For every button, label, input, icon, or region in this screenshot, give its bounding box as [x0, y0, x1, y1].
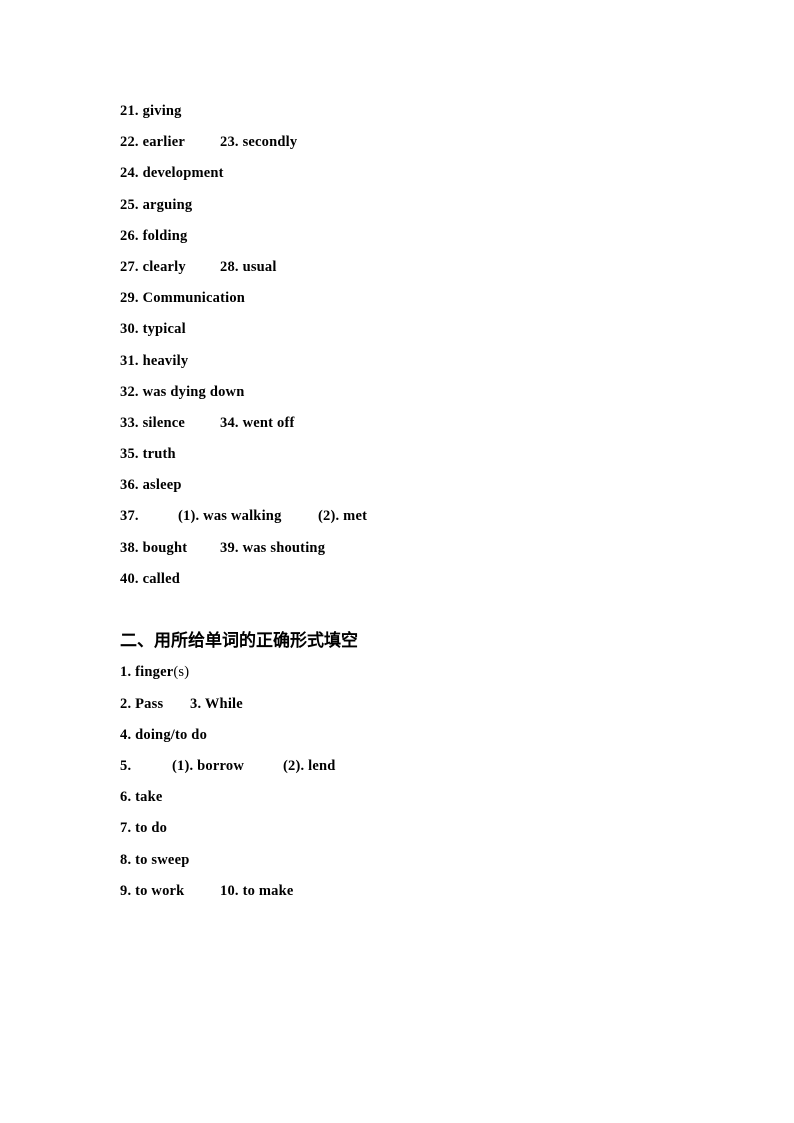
answer-value: bought [142, 539, 188, 556]
answer-number: 21. [120, 103, 139, 119]
answer-row-30: 30. typical [120, 314, 720, 345]
sub-answer-value: lend [308, 757, 336, 774]
answer-value: asleep [142, 477, 182, 494]
answer-value-suffix: (s) [173, 664, 190, 681]
answer-number: 36. [120, 477, 139, 494]
answer-number: 40. [120, 570, 139, 587]
answer-number: 30. [120, 321, 139, 338]
answer-value: clearly [142, 258, 186, 275]
answer-value: usual [242, 258, 277, 275]
answer-row-24: 24. development [120, 158, 720, 189]
answer-row-2-3: 2. Pass 3. While [120, 689, 720, 720]
answer-value: giving [142, 103, 182, 119]
answer-value: development [142, 165, 224, 182]
answer-value: Communication [142, 290, 246, 307]
answer-value: take [135, 789, 163, 806]
answer-number: 29. [120, 290, 139, 307]
answer-number: 9. [120, 882, 132, 899]
answer-row-32: 32. was dying down [120, 377, 720, 408]
answer-value: to make [242, 882, 294, 899]
answer-number: 25. [120, 196, 139, 213]
sub-answer-value: met [343, 508, 368, 525]
answer-number: 5. [120, 757, 132, 774]
answer-value: While [204, 695, 243, 712]
answer-value: to do [135, 820, 168, 837]
answer-row-6: 6. take [120, 782, 720, 813]
answer-number: 38. [120, 539, 139, 556]
answer-row-1: 1. finger(s) [120, 657, 720, 688]
section-separator [120, 595, 720, 626]
answer-number: 33. [120, 414, 139, 431]
answer-number: 6. [120, 789, 132, 806]
answer-value: earlier [142, 134, 186, 151]
answer-number: 7. [120, 820, 132, 837]
answer-value: to work [135, 882, 185, 899]
answer-row-40: 40. called [120, 564, 720, 595]
answer-number: 22. [120, 134, 139, 151]
answer-row-26: 26. folding [120, 221, 720, 252]
sub-answer-number: (2). [283, 757, 305, 774]
answer-row-31: 31. heavily [120, 346, 720, 377]
answer-value: was dying down [142, 383, 245, 400]
answer-row-36: 36. asleep [120, 470, 720, 501]
answer-row-29: 29. Communication [120, 283, 720, 314]
answer-number: 8. [120, 851, 132, 868]
answer-value: finger [135, 664, 174, 681]
sub-answer-value: was walking [203, 508, 282, 525]
answer-row-9-10: 9. to work 10. to make [120, 876, 720, 907]
answer-number: 23. [220, 134, 239, 151]
answer-number: 35. [120, 446, 139, 463]
section-two-answer-list: 1. finger(s) 2. Pass 3. While 4. doing/to… [120, 657, 720, 907]
answer-number: 27. [120, 258, 139, 275]
answer-row-37: 37. (1). was walking (2). met [120, 501, 720, 532]
answer-value: folding [142, 227, 188, 244]
answer-number: 28. [220, 258, 239, 275]
answer-value: went off [242, 414, 295, 431]
answer-row-27-28: 27. clearly 28. usual [120, 252, 720, 283]
section-two-heading: 二、用所给单词的正确形式填空 [120, 631, 358, 652]
answer-number: 32. [120, 383, 139, 400]
answer-value: Pass [135, 695, 164, 712]
answer-value: called [142, 570, 181, 587]
answer-number: 24. [120, 165, 139, 182]
answer-number: 31. [120, 352, 139, 369]
answer-number: 2. [120, 695, 132, 712]
sub-answer-number: (2). [318, 508, 340, 525]
answer-value: heavily [142, 352, 189, 369]
answer-number: 1. [120, 664, 132, 681]
document-page: 21. giving 22. earlier 23. secondly 24. d… [0, 0, 794, 1123]
answer-row-21: 21. giving [120, 96, 720, 127]
answer-row-8: 8. to sweep [120, 845, 720, 876]
answer-value: silence [142, 414, 186, 431]
answer-value: was shouting [242, 539, 326, 556]
answer-row-33-34: 33. silence 34. went off [120, 408, 720, 439]
answer-value: typical [142, 321, 186, 338]
section-one-answer-list: 21. giving 22. earlier 23. secondly 24. d… [120, 96, 720, 595]
answer-row-38-39: 38. bought 39. was shouting [120, 533, 720, 564]
answer-row-25: 25. arguing [120, 190, 720, 221]
answer-row-7: 7. to do [120, 813, 720, 844]
answer-row-5: 5. (1). borrow (2). lend [120, 751, 720, 782]
answer-row-35: 35. truth [120, 439, 720, 470]
answer-number: 4. [120, 726, 132, 743]
answer-number: 26. [120, 227, 139, 244]
sub-answer-number: (1). [178, 508, 200, 525]
answer-number: 34. [220, 414, 239, 431]
answer-number: 3. [190, 695, 202, 712]
answer-value: to sweep [135, 851, 190, 868]
answer-number: 39. [220, 539, 239, 556]
answer-number: 10. [220, 882, 239, 899]
sub-answer-number: (1). [172, 757, 194, 774]
answer-row-22-23: 22. earlier 23. secondly [120, 127, 720, 158]
answer-value: doing/to do [135, 726, 208, 743]
sub-answer-value: borrow [197, 757, 245, 774]
answer-number: 37. [120, 508, 139, 525]
answer-key-content: 21. giving 22. earlier 23. secondly 24. d… [120, 96, 720, 907]
answer-row-4: 4. doing/to do [120, 720, 720, 751]
answer-value: arguing [142, 196, 193, 213]
answer-value: secondly [242, 134, 298, 151]
answer-value: truth [142, 446, 176, 463]
